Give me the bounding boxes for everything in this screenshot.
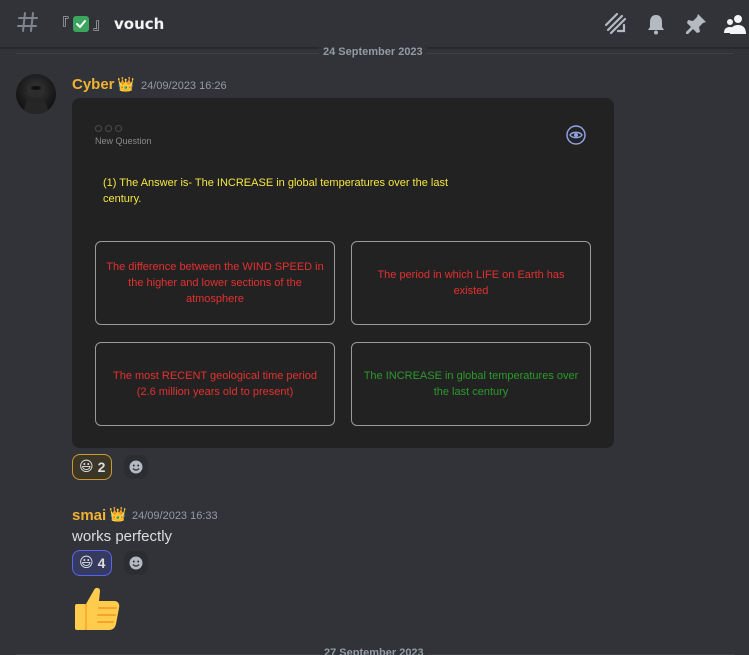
message-text: works perfectly — [72, 528, 173, 545]
add-reaction-icon — [129, 556, 143, 570]
reaction-smiley[interactable]: 😃 4 — [72, 550, 113, 576]
channel-name: 『 』 vouch — [54, 13, 164, 34]
smiley-emoji-icon: 😃 — [79, 555, 94, 571]
username[interactable]: smai — [72, 507, 106, 524]
channel-title: vouch — [114, 14, 165, 33]
crown-icon: 👑 — [117, 77, 135, 93]
add-reaction-button[interactable] — [124, 455, 148, 479]
answer-option: The difference between the WIND SPEED in… — [95, 241, 335, 325]
thumbs-up-icon — [75, 587, 120, 630]
reaction-count: 2 — [97, 459, 106, 475]
hashtag-icon — [17, 12, 38, 32]
timestamp: 24/09/2023 16:26 — [141, 80, 227, 92]
smiley-emoji-icon: 😃 — [79, 459, 94, 475]
pin-icon[interactable] — [684, 12, 708, 36]
add-reaction-icon — [129, 460, 143, 474]
notification-bell-icon[interactable] — [644, 12, 668, 36]
answer-option: The period in which LIFE on Earth has ex… — [351, 241, 591, 325]
timestamp: 24/09/2023 16:33 — [132, 510, 218, 522]
avatar[interactable] — [16, 74, 56, 114]
date-divider-label: 24 September 2023 — [319, 46, 427, 58]
eye-icon — [566, 125, 586, 145]
member-list-icon[interactable] — [724, 12, 748, 36]
window-dots — [95, 125, 122, 132]
date-divider-label: 27 September 2023 — [320, 647, 428, 655]
crown-icon: 👑 — [109, 507, 127, 523]
bracket-close: 』 — [93, 15, 109, 33]
reaction-smiley[interactable]: 😃 2 — [72, 454, 113, 480]
add-reaction-button[interactable] — [124, 551, 148, 575]
check-mark-icon — [73, 15, 90, 32]
reaction-count: 4 — [97, 555, 106, 571]
threads-icon[interactable] — [604, 12, 628, 36]
bracket-open: 『 — [54, 15, 70, 33]
quiz-image-embed[interactable]: New Question (1) The Answer is- The INCR… — [72, 98, 614, 448]
question-text: (1) The Answer is- The INCREASE in globa… — [103, 177, 449, 205]
new-question-label: New Question — [95, 136, 152, 146]
answer-option-correct: The INCREASE in global temperatures over… — [351, 342, 591, 426]
channel-header: 『 』 vouch — [0, 0, 749, 48]
answer-option: The most RECENT geological time period (… — [95, 342, 335, 426]
username[interactable]: Cyber — [72, 76, 115, 93]
